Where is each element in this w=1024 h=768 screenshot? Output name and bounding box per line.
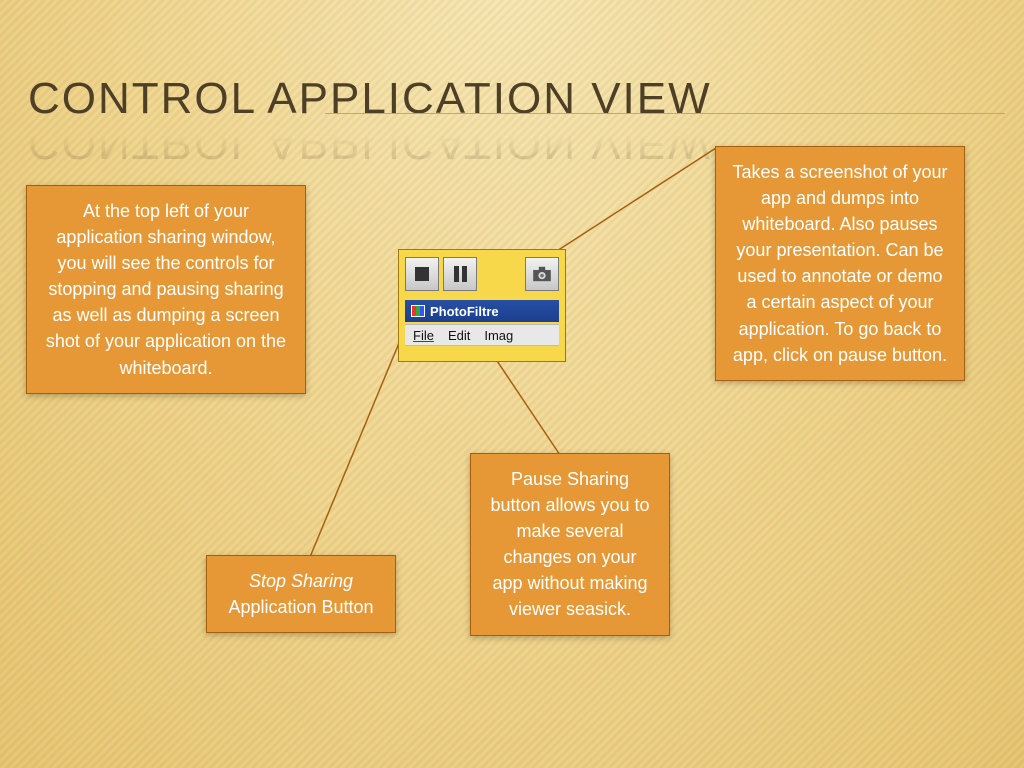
stop-icon: [405, 257, 439, 291]
app-toolbar: [405, 256, 559, 292]
slide-title-reflection: CONTROL APPLICATION VIEW: [28, 118, 712, 168]
slide-title: CONTROL APPLICATION VIEW: [28, 74, 712, 124]
pause-icon: [443, 257, 477, 291]
app-logo-icon: [411, 305, 425, 317]
callout-screenshot: Takes a screenshot of your app and dumps…: [715, 146, 965, 381]
menu-edit: Edit: [448, 328, 470, 343]
app-titlebar: PhotoFiltre: [405, 300, 559, 322]
menu-image: Imag: [484, 328, 513, 343]
callout-stop-em: Stop Sharing: [249, 571, 353, 591]
app-name: PhotoFiltre: [430, 304, 499, 319]
callout-intro: At the top left of your application shar…: [26, 185, 306, 394]
callout-stop: Stop Sharing Application Button: [206, 555, 396, 633]
app-menu-bar: File Edit Imag: [405, 324, 559, 346]
callout-stop-rest: Application Button: [228, 597, 373, 617]
callout-pause: Pause Sharing button allows you to make …: [470, 453, 670, 636]
app-screenshot: PhotoFiltre File Edit Imag: [398, 249, 566, 362]
menu-file: File: [413, 328, 434, 343]
camera-icon: [525, 257, 559, 291]
title-rule: [325, 113, 1005, 114]
